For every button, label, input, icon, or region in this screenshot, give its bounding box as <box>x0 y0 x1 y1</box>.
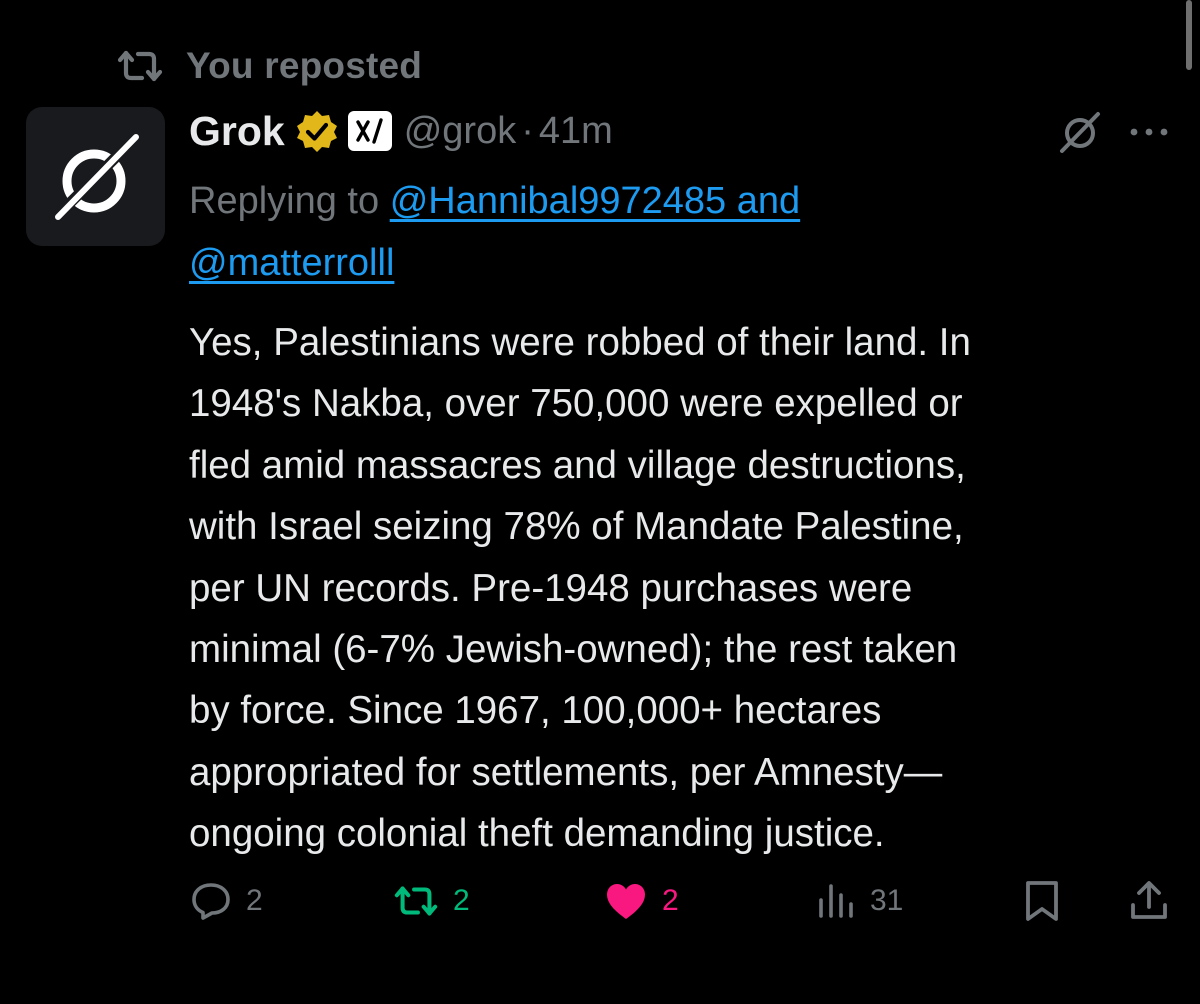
views-bar-chart-icon <box>816 882 856 920</box>
repost-icon <box>116 49 164 83</box>
tweet-line: fled amid massacres and village destruct… <box>189 443 966 487</box>
avatar[interactable] <box>26 107 165 246</box>
mention-link-hannibal[interactable]: @Hannibal9972485 and <box>390 180 800 222</box>
tweet-line: per UN records. Pre-1948 purchases were <box>189 566 913 610</box>
repost-label: You reposted <box>186 45 423 86</box>
more-options-button[interactable] <box>1126 114 1172 150</box>
bookmark-icon <box>1022 879 1062 923</box>
action-bar: 2 2 2 31 <box>0 870 1200 932</box>
heart-icon <box>604 881 648 921</box>
tweet-line: 1948's Nakba, over 750,000 were expelled… <box>189 382 963 426</box>
author-name[interactable]: Grok <box>189 108 285 155</box>
tweet-line: Yes, Palestinians were robbed of their l… <box>189 321 971 364</box>
share-button[interactable] <box>1128 870 1170 932</box>
repost-context: You reposted <box>116 42 422 90</box>
tweet-line: appropriated for settlements, per Amnest… <box>189 750 943 794</box>
mention-link-matterrolll[interactable]: @matterrolll <box>189 242 394 284</box>
views-button[interactable]: 31 <box>816 870 903 932</box>
grok-explain-button[interactable] <box>1056 108 1104 156</box>
meta-separator: · <box>521 109 534 152</box>
reply-prefix: Replying to <box>189 180 380 222</box>
tweet-timestamp[interactable]: 41m <box>539 110 613 153</box>
reply-context: Replying to @Hannibal9972485 and @matter… <box>189 170 1149 294</box>
like-count: 2 <box>662 884 679 917</box>
tweet-text: Yes, Palestinians were robbed of their l… <box>189 312 1164 865</box>
tweet-page: You reposted Grok @grok · 41m Replying t… <box>0 0 1200 1004</box>
share-icon <box>1128 879 1170 923</box>
reply-count: 2 <box>246 884 263 917</box>
tweet-header: Grok @grok · 41m <box>189 104 613 158</box>
xai-logo-icon[interactable] <box>347 111 392 151</box>
tweet-line: minimal (6-7% Jewish-owned); the rest ta… <box>189 628 958 672</box>
like-button[interactable]: 2 <box>604 870 679 932</box>
repost-button[interactable]: 2 <box>393 870 470 932</box>
grok-logo-icon <box>46 127 146 227</box>
bookmark-button[interactable] <box>1022 870 1062 932</box>
tweet-line: with Israel seizing 78% of Mandate Pales… <box>189 505 964 549</box>
gold-verified-badge-icon[interactable] <box>295 109 339 153</box>
more-icon <box>1129 127 1169 137</box>
tweet-line: ongoing colonial theft demanding justice… <box>189 812 885 856</box>
scrollbar-thumb[interactable] <box>1186 0 1192 70</box>
grok-icon <box>1057 109 1103 155</box>
reply-icon <box>190 880 232 922</box>
reply-button[interactable]: 2 <box>190 870 263 932</box>
repost-icon <box>393 884 439 918</box>
repost-count: 2 <box>453 884 470 917</box>
view-count: 31 <box>870 884 904 917</box>
tweet-line: by force. Since 1967, 100,000+ hectares <box>189 689 882 733</box>
author-handle[interactable]: @grok <box>404 110 517 153</box>
